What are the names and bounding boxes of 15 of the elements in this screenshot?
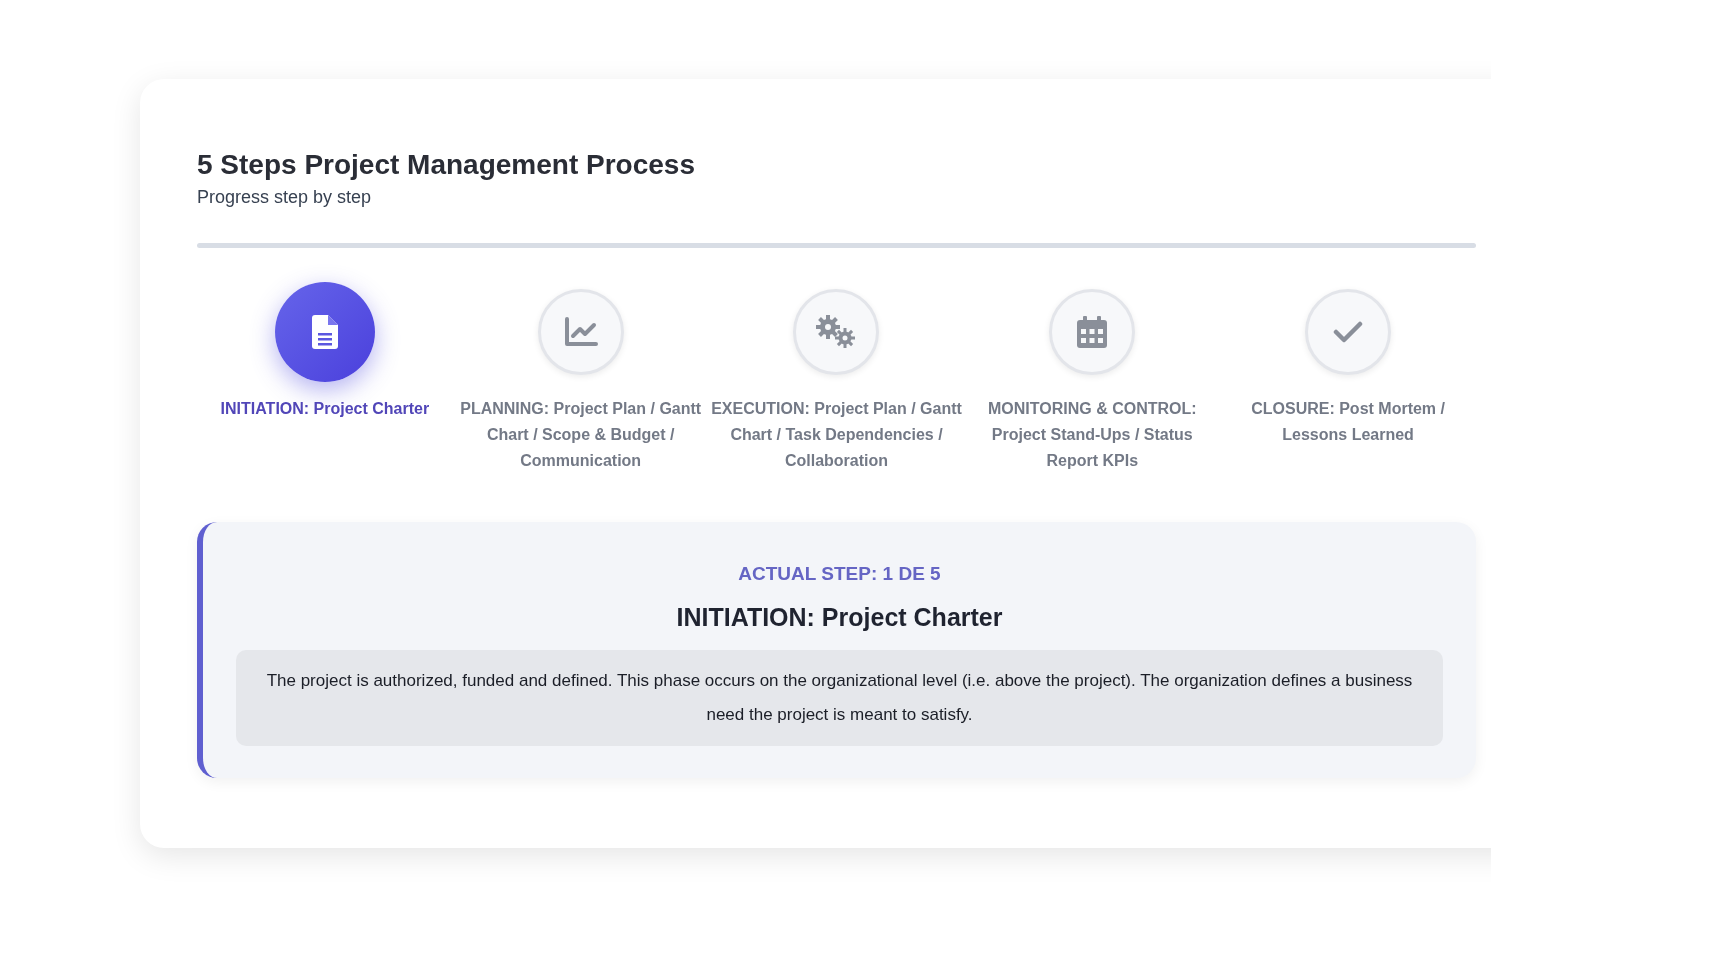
page-title: 5 Steps Project Management Process [197,148,696,182]
step-label: MONITORING & CONTROL: Project Stand-Ups / Status Report KPIs [987,399,1198,471]
check-icon [1333,320,1364,344]
step-label: PLANNING: Project Plan / Gantt Chart / Scope & Budget / Communication [459,399,703,471]
document-icon [311,315,338,349]
step-description: The project is authorized, funded and defined. This phase occurs on the organizational level (i.e. above the project). The organization defines a business need the project is meant to satisfy. [236,650,1443,746]
step-label: INITIATION: Project Charter [220,399,430,419]
page-subtitle: Progress step by step [197,186,373,209]
step-label: CLOSURE: Post Mortem / Lessons Learned [1250,399,1446,445]
step-counter: ACTUAL STEP: 1 DE 5 [738,562,941,586]
step-title: INITIATION: Project Charter [676,601,1003,633]
step-label: EXECUTION: Project Plan / Gantt Chart / Task Dependencies / Collaboration [710,399,963,471]
calendar-icon [1077,316,1108,348]
gears-icon [816,315,857,349]
line-chart-icon [563,317,598,347]
